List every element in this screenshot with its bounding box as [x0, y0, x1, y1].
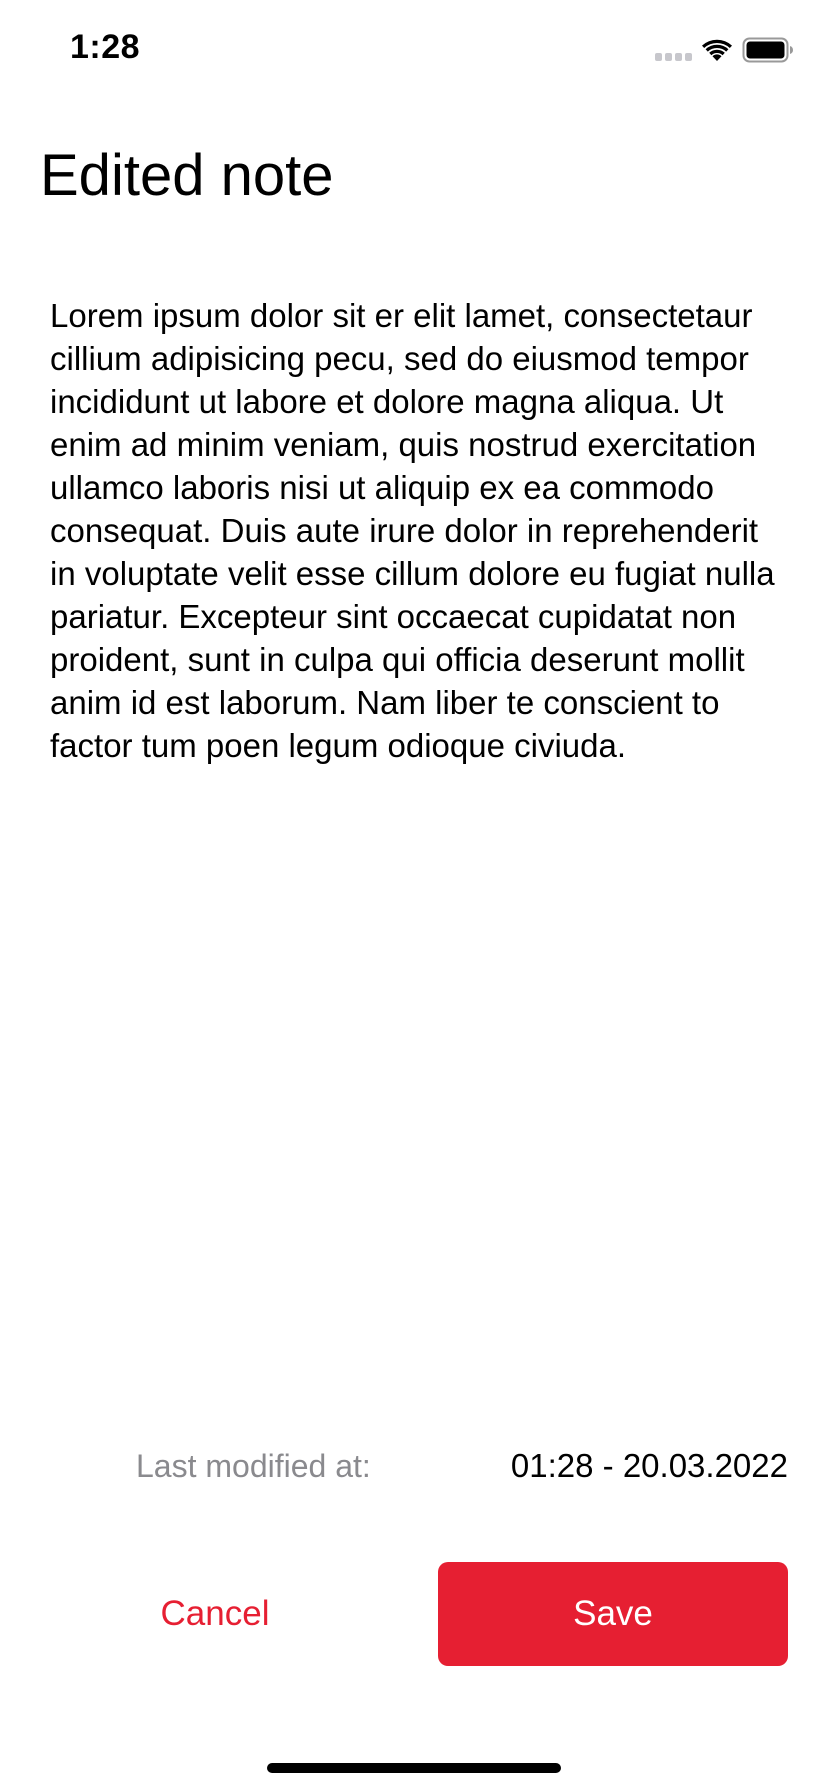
- battery-icon: [742, 37, 793, 63]
- last-modified-value: 01:28 - 20.03.2022: [510, 1447, 788, 1484]
- wifi-icon: [702, 39, 732, 61]
- signal-icon: [655, 53, 692, 61]
- home-indicator[interactable]: [267, 1763, 561, 1773]
- status-bar: 1:28: [0, 0, 828, 100]
- note-body-text[interactable]: Lorem ipsum dolor sit er elit lamet, con…: [50, 294, 790, 767]
- last-modified-label: Last modified at:: [136, 1448, 371, 1484]
- status-time: 1:28: [70, 28, 141, 66]
- note-edit-screen: 1:28 Edited note Lorem ipsum dolor sit e…: [0, 0, 828, 1792]
- save-button[interactable]: Save: [438, 1562, 788, 1666]
- cancel-button[interactable]: Cancel: [40, 1562, 390, 1666]
- page-title: Edited note: [40, 143, 334, 208]
